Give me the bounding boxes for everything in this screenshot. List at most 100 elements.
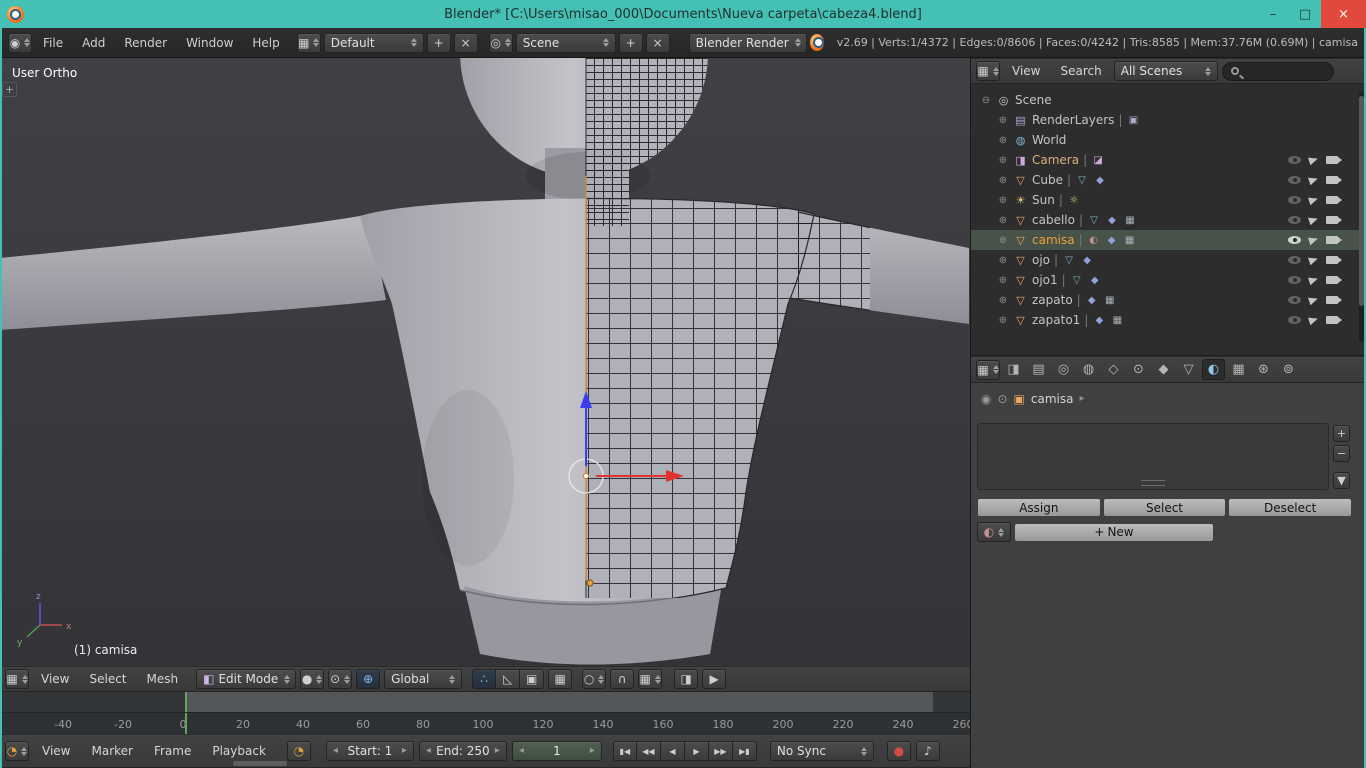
info-editor-type-button[interactable]: ◉	[8, 33, 32, 53]
opengl-render-button[interactable]: ◨	[674, 669, 698, 689]
scene-icon-button[interactable]: ◎	[489, 33, 513, 53]
play-button[interactable]: ▶	[685, 741, 709, 761]
outliner-row-renderlayers[interactable]: ⊕ ▤ RenderLayers | ▣	[971, 110, 1366, 130]
sync-dropdown[interactable]: No Sync	[770, 741, 874, 761]
expand-icon[interactable]: ⊕	[997, 155, 1009, 166]
selectability-toggle[interactable]	[1308, 315, 1319, 325]
breadcrumb-object-name[interactable]: camisa	[1031, 392, 1074, 406]
expand-icon[interactable]: ⊕	[997, 255, 1009, 266]
selectability-toggle[interactable]	[1308, 255, 1319, 265]
play-reverse-button[interactable]: ◀	[661, 741, 685, 761]
outliner-row-camisa[interactable]: ⊕ ▽ camisa | ◐ ◆ ▦	[971, 230, 1366, 250]
decrement-icon[interactable]: ◂	[426, 746, 431, 756]
add-slot-button[interactable]: +	[1333, 425, 1350, 442]
remove-scene-button[interactable]: ×	[646, 33, 670, 53]
add-menu[interactable]: Add	[74, 36, 113, 50]
start-frame-field[interactable]: ◂ Start: 1 ▸	[326, 741, 414, 761]
outliner-row-cabello[interactable]: ⊕ ▽ cabello | ▽ ◆ ▦	[971, 210, 1366, 230]
mode-dropdown[interactable]: ◧ Edit Mode	[196, 669, 296, 689]
viewport-select-menu[interactable]: Select	[81, 672, 134, 686]
viewport-canvas[interactable]: x y z	[0, 58, 970, 666]
current-frame-field[interactable]: ◂ 1 ▸	[512, 741, 602, 761]
manipulator-toggle[interactable]: ⊕	[356, 669, 380, 689]
renderability-toggle[interactable]	[1326, 296, 1338, 304]
selectability-toggle[interactable]	[1308, 295, 1319, 305]
tab-material[interactable]: ◐	[1202, 359, 1225, 380]
outliner-row-cube[interactable]: ⊕ ▽ Cube | ▽ ◆	[971, 170, 1366, 190]
node-icon[interactable]: ⊙	[997, 393, 1007, 405]
expand-icon[interactable]: ⊕	[997, 215, 1009, 226]
expand-icon[interactable]: ⊕	[997, 235, 1009, 246]
visibility-toggle[interactable]	[1288, 216, 1301, 224]
timeline-editor-type-button[interactable]: ◔	[5, 741, 29, 761]
timeline-frame-menu[interactable]: Frame	[146, 744, 199, 758]
selectability-toggle[interactable]	[1308, 175, 1319, 185]
3d-viewport[interactable]: x y z User Ortho (1) camisa +	[0, 58, 970, 666]
outliner-search-menu[interactable]: Search	[1052, 64, 1109, 78]
file-menu[interactable]: File	[35, 36, 71, 50]
outliner-row-sun[interactable]: ⊕ ☀ Sun | ☼	[971, 190, 1366, 210]
outliner-searchbox[interactable]	[1222, 62, 1334, 81]
renderability-toggle[interactable]	[1326, 216, 1338, 224]
expand-icon[interactable]: ⊕	[997, 275, 1009, 286]
pin-icon[interactable]: ◉	[981, 393, 991, 405]
outliner-row-camera[interactable]: ⊕ ◨ Camera | ◪	[971, 150, 1366, 170]
viewport-shading-dropdown[interactable]: ●	[300, 669, 324, 689]
screen-layout-dropdown[interactable]: Default	[324, 33, 424, 53]
renderability-toggle[interactable]	[1326, 196, 1338, 204]
outliner-scope-dropdown[interactable]: All Scenes	[1114, 61, 1218, 81]
jump-to-end-button[interactable]: ▶▮	[733, 741, 757, 761]
visibility-toggle[interactable]	[1288, 256, 1301, 264]
expand-icon[interactable]: ⊕	[997, 295, 1009, 306]
visibility-toggle[interactable]	[1288, 316, 1301, 324]
material-slot-list[interactable]	[977, 423, 1329, 490]
outliner-editor-type-button[interactable]: ▦	[976, 61, 1000, 81]
tab-particles[interactable]: ⊛	[1252, 359, 1275, 380]
renderability-toggle[interactable]	[1326, 256, 1338, 264]
outliner-row-scene[interactable]: ⊖ ◎ Scene	[971, 90, 1366, 110]
increment-icon[interactable]: ▸	[402, 746, 407, 756]
browse-material-dropdown[interactable]: ◐	[977, 522, 1011, 542]
remove-slot-button[interactable]: −	[1333, 445, 1350, 462]
current-frame-line[interactable]	[185, 713, 187, 734]
expand-icon[interactable]: ⊕	[997, 175, 1009, 186]
selectability-toggle[interactable]	[1308, 235, 1319, 245]
expand-icon[interactable]: ⊕	[997, 315, 1009, 326]
add-scene-button[interactable]: +	[619, 33, 643, 53]
tab-object-data[interactable]: ▽	[1177, 359, 1200, 380]
tab-render-layers[interactable]: ▤	[1027, 359, 1050, 380]
renderability-toggle[interactable]	[1326, 236, 1338, 244]
edge-select-button[interactable]: ◺	[496, 669, 520, 689]
render-engine-dropdown[interactable]: Blender Render	[689, 33, 807, 53]
visibility-toggle[interactable]	[1288, 196, 1301, 204]
limit-to-visible-toggle[interactable]: ▦	[548, 669, 572, 689]
snap-toggle[interactable]: ∩	[610, 669, 634, 689]
outliner-view-menu[interactable]: View	[1004, 64, 1048, 78]
outliner-tree[interactable]: ⊖ ◎ Scene ⊕ ▤ RenderLayers | ▣ ⊕ ◍ World…	[971, 84, 1366, 355]
maximize-button[interactable]: □	[1289, 0, 1321, 28]
visibility-toggle[interactable]	[1288, 276, 1301, 284]
pivot-point-dropdown[interactable]: ⊙	[328, 669, 352, 689]
viewport-mesh-menu[interactable]: Mesh	[139, 672, 187, 686]
renderability-toggle[interactable]	[1326, 316, 1338, 324]
deselect-button[interactable]: Deselect	[1228, 498, 1352, 517]
list-resize-grip[interactable]	[1141, 480, 1165, 486]
remove-layout-button[interactable]: ×	[454, 33, 478, 53]
visibility-toggle[interactable]	[1288, 236, 1301, 244]
timeline-view-menu[interactable]: View	[34, 744, 78, 758]
timeline-ruler[interactable]: -40 -20 0 20 40 60 80 100 120 140 160 18…	[0, 712, 970, 734]
audio-scrub-button[interactable]: ♪	[916, 741, 940, 761]
end-frame-field[interactable]: ◂ End: 250 ▸	[419, 741, 507, 761]
outliner-row-zapato1[interactable]: ⊕ ▽ zapato1 | ◆ ▦	[971, 310, 1366, 330]
tab-world[interactable]: ◍	[1077, 359, 1100, 380]
outliner-row-world[interactable]: ⊕ ◍ World	[971, 130, 1366, 150]
titlebar[interactable]: Blender* [C:\Users\misao_000\Documents\N…	[0, 0, 1366, 28]
increment-icon[interactable]: ▸	[495, 746, 500, 756]
decrement-icon[interactable]: ◂	[519, 746, 524, 756]
face-select-button[interactable]: ▣	[520, 669, 544, 689]
selectability-toggle[interactable]	[1308, 215, 1319, 225]
timeline-hscrollbar[interactable]	[233, 761, 287, 766]
timeline-marker-menu[interactable]: Marker	[83, 744, 140, 758]
prev-keyframe-button[interactable]: ◀◀	[637, 741, 661, 761]
assign-button[interactable]: Assign	[977, 498, 1101, 517]
